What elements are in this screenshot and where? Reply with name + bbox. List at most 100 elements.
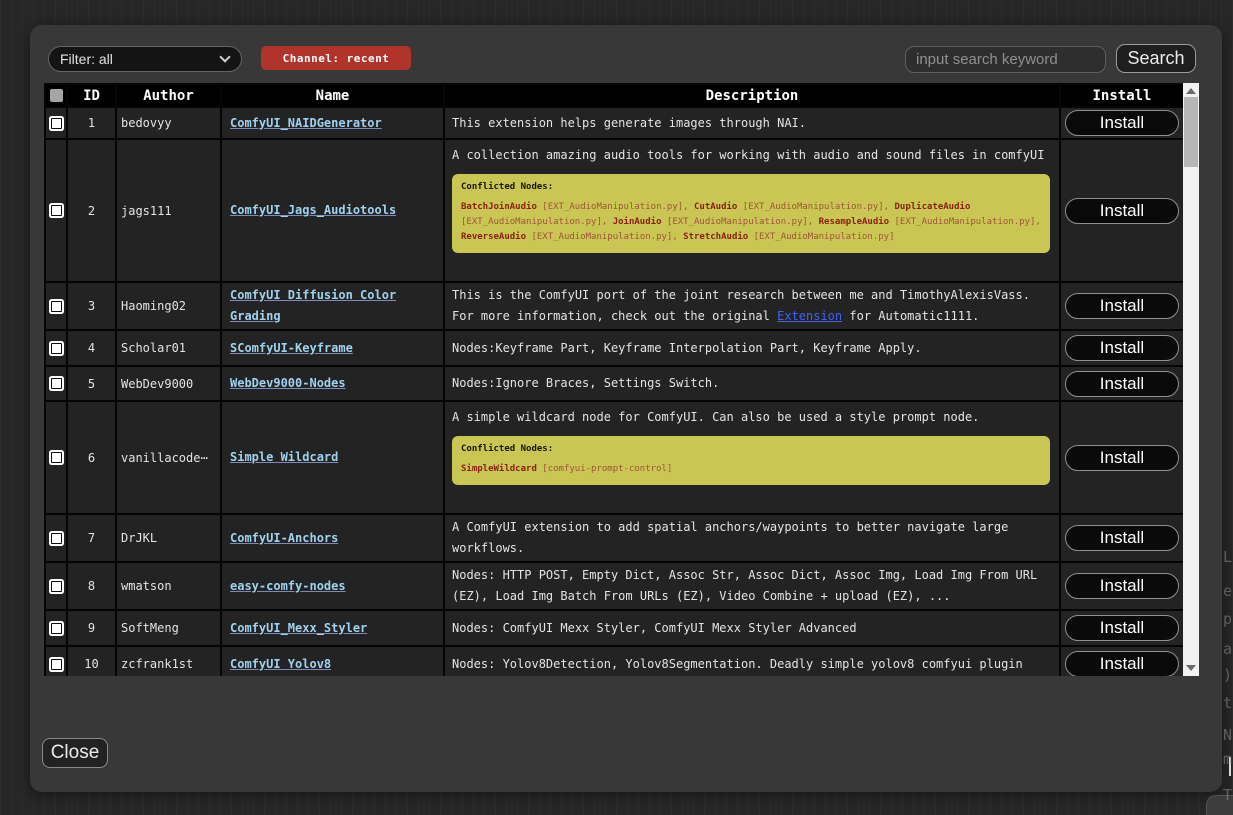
table-scrollbar[interactable] <box>1183 83 1199 676</box>
install-button[interactable]: Install <box>1065 445 1179 471</box>
row-install-cell: Install <box>1060 610 1183 646</box>
conflicted-nodes-box: Conflicted Nodes: BatchJoinAudio [EXT_Aud… <box>452 174 1050 253</box>
install-button[interactable]: Install <box>1065 335 1179 361</box>
row-author: jags111 <box>116 139 221 282</box>
channel-badge-label: Channel: recent <box>283 52 390 65</box>
row-checkbox-cell <box>45 610 67 646</box>
scroll-up-arrow-icon[interactable] <box>1186 88 1196 94</box>
install-button[interactable]: Install <box>1065 110 1179 136</box>
extension-name-link[interactable]: Simple Wildcard <box>230 450 338 464</box>
row-checkbox[interactable] <box>51 623 62 634</box>
extensions-table: ID Author Name Description Install 1bedo… <box>44 83 1183 676</box>
conflicted-nodes-box: Conflicted Nodes:SimpleWildcard [comfyui… <box>452 436 1050 485</box>
row-id: 2 <box>67 139 116 282</box>
row-checkbox[interactable] <box>51 533 62 544</box>
row-install-cell: Install <box>1060 139 1183 282</box>
row-name-cell: ComfyUI_Jags_Audiotools <box>221 139 444 282</box>
row-name-cell: Simple Wildcard <box>221 401 444 514</box>
install-button[interactable]: Install <box>1065 573 1179 599</box>
search-button[interactable]: Search <box>1116 44 1196 73</box>
table-row: 2jags111ComfyUI_Jags_AudiotoolsA collect… <box>45 139 1183 282</box>
row-checkbox-cell <box>45 282 67 330</box>
description-text: A ComfyUI extension to add spatial ancho… <box>452 520 1008 555</box>
extension-name-link[interactable]: ComfyUI_Mexx_Styler <box>230 621 367 635</box>
background-text-fragment: a <box>1223 640 1232 658</box>
channel-badge[interactable]: Channel: recent <box>261 46 411 70</box>
install-button[interactable]: Install <box>1065 525 1179 551</box>
row-checkbox[interactable] <box>51 452 62 463</box>
row-checkbox[interactable] <box>51 205 62 216</box>
header-id: ID <box>67 84 116 107</box>
select-all-header <box>45 84 67 107</box>
description-text: Nodes:Keyframe Part, Keyframe Interpolat… <box>452 341 922 355</box>
row-checkbox[interactable] <box>51 581 62 592</box>
row-checkbox[interactable] <box>51 118 62 129</box>
row-description: This is the ComfyUI port of the joint re… <box>444 282 1060 330</box>
scroll-down-arrow-icon[interactable] <box>1186 665 1196 671</box>
description-text: for Automatic1111. <box>842 309 979 323</box>
row-author: zcfrank1st <box>116 646 221 676</box>
install-button[interactable]: Install <box>1065 198 1179 224</box>
row-install-cell: Install <box>1060 562 1183 610</box>
extension-name-link[interactable]: ComfyUI_NAIDGenerator <box>230 116 382 130</box>
extension-name-link[interactable]: WebDev9000-Nodes <box>230 376 346 390</box>
row-name-cell: SComfyUI-Keyframe <box>221 330 444 366</box>
row-checkbox[interactable] <box>51 301 62 312</box>
conflict-node-name: JoinAudio <box>613 217 662 227</box>
row-checkbox[interactable] <box>51 378 62 389</box>
table-row: 5WebDev9000WebDev9000-NodesNodes:Ignore … <box>45 366 1183 401</box>
row-name-cell: ComfyUI-Anchors <box>221 514 444 562</box>
row-checkbox-cell <box>45 514 67 562</box>
scrollbar-thumb[interactable] <box>1184 97 1198 167</box>
row-id: 6 <box>67 401 116 514</box>
conflicted-nodes-list: SimpleWildcard [comfyui-prompt-control] <box>461 462 1041 477</box>
row-name-cell: ComfyUI Yolov8 <box>221 646 444 676</box>
row-description: A ComfyUI extension to add spatial ancho… <box>444 514 1060 562</box>
filter-select[interactable]: Filter: all <box>48 46 242 72</box>
header-install: Install <box>1060 84 1183 107</box>
install-button[interactable]: Install <box>1065 293 1179 319</box>
extension-name-link[interactable]: SComfyUI-Keyframe <box>230 341 353 355</box>
conflict-node-name: CutAudio <box>694 202 737 212</box>
row-description: Nodes: ComfyUI Mexx Styler, ComfyUI Mexx… <box>444 610 1060 646</box>
install-custom-nodes-dialog: Filter: all Channel: recent Search ID Au… <box>30 25 1222 792</box>
row-description: This extension helps generate images thr… <box>444 107 1060 139</box>
description-inline-link[interactable]: Extension <box>777 309 842 323</box>
extension-name-link[interactable]: ComfyUI Diffusion Color Grading <box>230 288 396 323</box>
table-row: 6vanillacode⋯Simple WildcardA simple wil… <box>45 401 1183 514</box>
background-text-fragment: ) <box>1223 666 1232 684</box>
install-button[interactable]: Install <box>1065 371 1179 397</box>
row-install-cell: Install <box>1060 514 1183 562</box>
row-checkbox[interactable] <box>51 343 62 354</box>
background-text-fragment: m <box>1223 750 1232 768</box>
row-id: 5 <box>67 366 116 401</box>
row-id: 9 <box>67 610 116 646</box>
conflicted-nodes-list: BatchJoinAudio [EXT_AudioManipulation.py… <box>461 200 1041 245</box>
row-checkbox-cell <box>45 562 67 610</box>
row-checkbox[interactable] <box>51 659 62 670</box>
extension-name-link[interactable]: ComfyUI Yolov8 <box>230 657 331 671</box>
close-button[interactable]: Close <box>42 738 108 768</box>
table-row: 9SoftMengComfyUI_Mexx_StylerNodes: Comfy… <box>45 610 1183 646</box>
row-install-cell: Install <box>1060 401 1183 514</box>
install-button[interactable]: Install <box>1065 615 1179 641</box>
row-id: 10 <box>67 646 116 676</box>
background-text-fragment: T <box>1223 786 1232 804</box>
row-id: 4 <box>67 330 116 366</box>
install-button[interactable]: Install <box>1065 651 1179 676</box>
extension-name-link[interactable]: ComfyUI_Jags_Audiotools <box>230 203 396 217</box>
row-name-cell: easy-comfy-nodes <box>221 562 444 610</box>
row-author: Scholar01 <box>116 330 221 366</box>
description-text: A simple wildcard node for ComfyUI. Can … <box>452 410 979 424</box>
extension-name-link[interactable]: ComfyUI-Anchors <box>230 531 338 545</box>
row-description: A simple wildcard node for ComfyUI. Can … <box>444 401 1060 514</box>
search-input[interactable] <box>905 46 1106 73</box>
extension-name-link[interactable]: easy-comfy-nodes <box>230 579 346 593</box>
row-checkbox-cell <box>45 401 67 514</box>
chevron-down-icon <box>219 51 230 62</box>
description-text: Nodes: ComfyUI Mexx Styler, ComfyUI Mexx… <box>452 621 857 635</box>
conflicted-nodes-title: Conflicted Nodes: <box>461 180 1041 195</box>
background-text-fragment: N <box>1223 726 1232 744</box>
description-text: This extension helps generate images thr… <box>452 116 806 130</box>
select-all-checkbox[interactable] <box>50 89 63 102</box>
